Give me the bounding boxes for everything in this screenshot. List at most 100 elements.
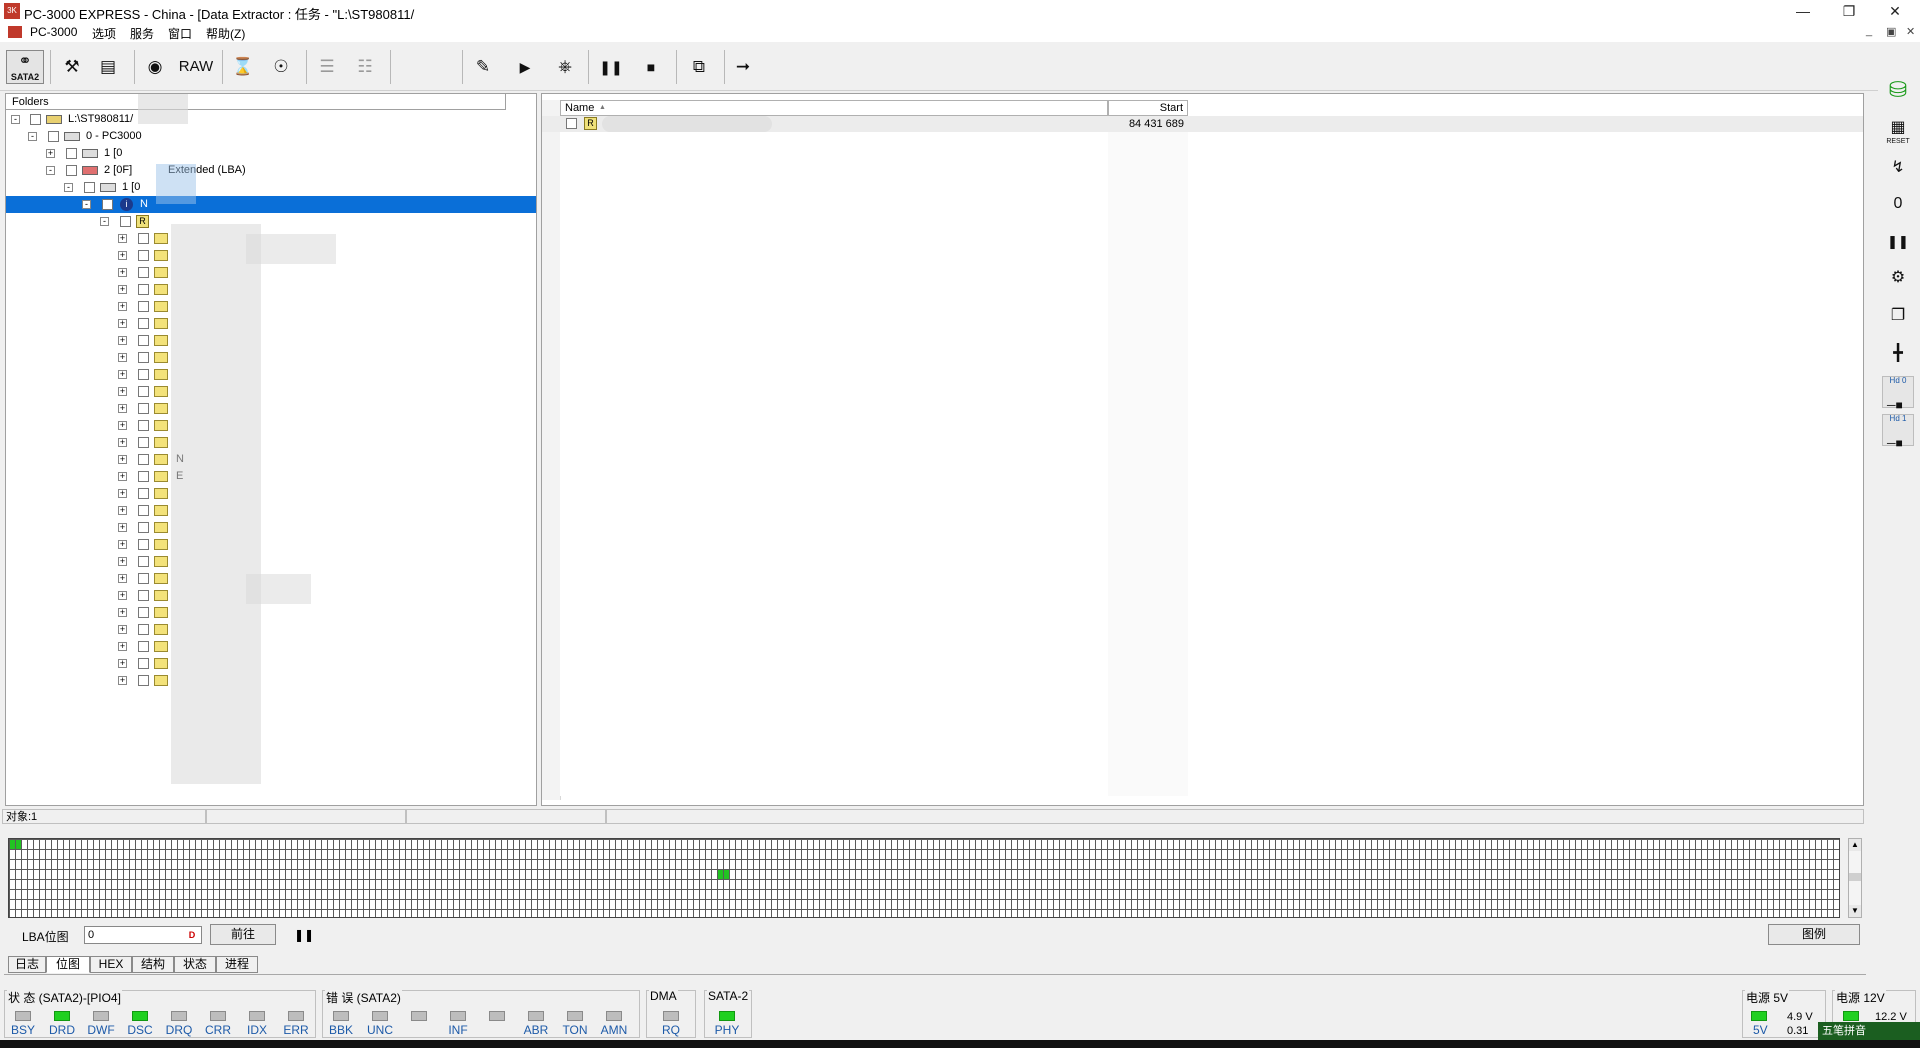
tree-folder-row[interactable]: + [6,485,536,502]
menu-item-options[interactable]: 选项 [92,25,116,42]
tree-node-device[interactable]: - 0 - PC3000 [6,128,536,145]
tab-process[interactable]: 进程 [216,956,258,973]
scroll-down-icon[interactable]: ▼ [1849,905,1861,917]
reset-button[interactable]: ▦ RESET [1882,112,1914,145]
restore-icon[interactable]: ❐ [1826,0,1872,22]
node-checkbox[interactable] [138,267,149,278]
tree-node-root[interactable]: - L:\ST980811/ [6,111,536,128]
tree-view-icon[interactable]: ☰ [310,50,344,84]
menu-item-pc3000[interactable]: PC-3000 [30,25,77,39]
node-checkbox[interactable] [48,131,59,142]
node-checkbox[interactable] [84,182,95,193]
expand-toggle[interactable]: + [118,625,127,634]
close-icon[interactable]: ✕ [1872,0,1918,22]
expand-toggle[interactable]: + [118,353,127,362]
node-checkbox[interactable] [138,488,149,499]
connector-icon[interactable]: ╋ [1882,338,1914,370]
expand-toggle[interactable]: + [118,387,127,396]
collapse-toggle[interactable]: - [100,217,109,226]
tree-folder-row[interactable]: + [6,281,536,298]
node-checkbox[interactable] [138,301,149,312]
windows-cascade-icon[interactable]: ⧉ [682,50,716,84]
node-checkbox[interactable] [138,250,149,261]
minimize-icon[interactable]: — [1780,0,1826,22]
node-checkbox[interactable] [138,505,149,516]
expand-toggle[interactable]: + [118,523,127,532]
tree-folder-row[interactable]: + [6,502,536,519]
tab-log[interactable]: 日志 [8,956,46,973]
node-checkbox[interactable] [120,216,131,227]
menu-item-window[interactable]: 窗口 [168,25,192,42]
node-checkbox[interactable] [138,590,149,601]
tree-folder-row[interactable]: + [6,332,536,349]
node-checkbox[interactable] [138,658,149,669]
expand-toggle[interactable]: + [118,557,127,566]
hd1-button[interactable]: Hd 1 ─■ [1882,414,1914,450]
scroll-up-icon[interactable]: ▲ [1849,839,1861,851]
node-checkbox[interactable] [138,369,149,380]
expand-toggle[interactable]: + [118,540,127,549]
mdi-restore-icon[interactable]: ▣ [1886,25,1896,38]
tree-node-ntfs-selected[interactable]: - i N [6,196,536,213]
expand-toggle[interactable]: + [118,489,127,498]
node-checkbox[interactable] [138,624,149,635]
column-header-start[interactable]: Start [1108,100,1188,116]
column-header-name[interactable]: Name ▲ [560,100,1108,116]
tab-bitmap[interactable]: 位图 [46,956,90,973]
tree-folder-row[interactable]: + [6,298,536,315]
go-button[interactable]: 前往 [210,924,276,945]
expand-toggle[interactable]: + [118,574,127,583]
expand-toggle[interactable]: + [118,591,127,600]
expand-toggle[interactable]: + [118,251,127,260]
expand-toggle[interactable]: + [118,285,127,294]
copy-icon[interactable]: ❐ [1882,300,1914,332]
tree-folder-row[interactable]: + [6,655,536,672]
sata2-port-button[interactable]: ⚭ SATA2 [6,50,44,84]
tab-status[interactable]: 状态 [174,956,216,973]
tab-hex[interactable]: HEX [90,956,132,973]
tree-folder-row[interactable]: + [6,621,536,638]
tree-folder-row[interactable]: + [6,519,536,536]
collapse-toggle[interactable]: - [64,183,73,192]
expand-toggle[interactable]: + [118,676,127,685]
lba-bitmap[interactable] [8,838,1840,918]
lba-input[interactable]: 0 D [84,926,202,944]
collapse-toggle[interactable]: - [46,166,55,175]
expand-toggle[interactable]: + [118,421,127,430]
node-checkbox[interactable] [138,573,149,584]
node-checkbox[interactable] [138,437,149,448]
raw-button[interactable]: RAW [174,50,218,84]
tree-folder-row[interactable]: + [6,264,536,281]
drive-settings-icon[interactable]: ⚙ [1882,262,1914,294]
node-checkbox[interactable] [138,403,149,414]
node-checkbox[interactable] [138,318,149,329]
node-checkbox[interactable] [138,454,149,465]
expand-toggle[interactable]: + [118,472,127,481]
expand-toggle[interactable]: + [46,149,55,158]
side-pause-icon[interactable]: ❚❚ [1882,226,1914,258]
mdi-close-icon[interactable]: ✕ [1906,25,1915,38]
menu-item-help[interactable]: 帮助(Z) [206,25,245,42]
expand-toggle[interactable]: + [118,506,127,515]
tree-folder-row[interactable]: + [6,638,536,655]
tools-icon[interactable]: ⚒ [55,50,89,84]
bitmap-pause-icon[interactable]: ❚❚ [294,928,314,942]
ime-indicator[interactable]: 五笔拼音 [1818,1022,1920,1040]
tree-node-partition-1[interactable]: + 1 [0 [6,145,536,162]
expand-toggle[interactable]: + [118,268,127,277]
node-checkbox[interactable] [66,148,77,159]
script-icon[interactable]: ▤ [91,50,125,84]
exit-icon[interactable]: ➞ [726,50,760,84]
expand-toggle[interactable]: + [118,319,127,328]
dec-hex-toggle[interactable]: D [185,928,199,942]
tab-structure[interactable]: 结构 [132,956,174,973]
network-map-icon[interactable]: ⎈ [548,50,582,84]
node-checkbox[interactable] [102,199,113,210]
expand-toggle[interactable]: + [118,302,127,311]
expand-toggle[interactable]: + [118,455,127,464]
node-checkbox[interactable] [138,386,149,397]
folder-tree[interactable]: Folders - L:\ST980811/ - 0 - PC3000 + 1 … [5,93,537,806]
node-checkbox[interactable] [138,539,149,550]
hd0-button[interactable]: Hd 0 ─■ [1882,376,1914,412]
file-list[interactable]: Name ▲ Start R 84 431 689 [541,93,1864,806]
